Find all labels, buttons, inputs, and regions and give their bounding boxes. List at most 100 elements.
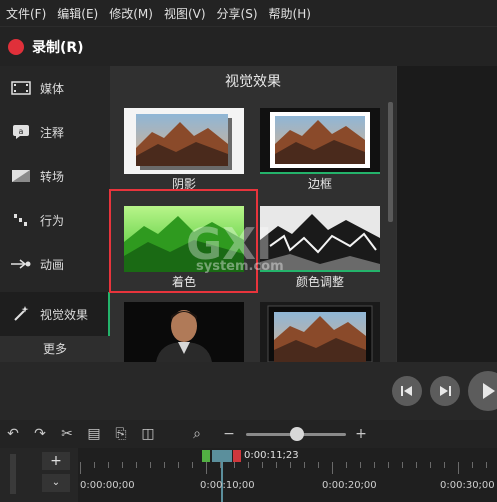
sidebar-item-label: 行为 [40,213,65,228]
effect-thumbnail [124,108,244,174]
ruler-tick [234,462,235,468]
timecode-label: 0:00:30;00 [440,480,495,491]
sidebar-item-animations[interactable]: 动画 [0,242,110,286]
playhead-time: 0:00:11;23 [244,450,299,461]
effect-underline [260,172,380,174]
ruler-tick [80,462,81,474]
menu-edit[interactable]: 编辑(E) [57,5,98,22]
step-back-button[interactable] [392,376,422,406]
ruler-tick [458,462,459,474]
sidebar-item-label: 视觉效果 [40,307,89,322]
sidebar-item-label: 转场 [40,169,65,184]
ruler-tick [108,462,109,468]
timecode-label: 0:00:00;00 [80,480,135,491]
watermark-text: system.com [196,259,284,274]
ruler-tick [136,462,137,468]
track-height-slider[interactable] [10,454,16,494]
panel-scrollbar[interactable] [388,102,393,222]
out-point-marker[interactable] [233,450,241,462]
timeline-toolbar: ↶ ↷ ✂ ▤ ⎘ ◫ ⌕ − + [0,420,497,448]
sidebar-item-label: 注释 [40,125,65,140]
ruler-tick [402,462,403,468]
effect-thumbnail [260,108,380,174]
svg-text:a: a [19,127,24,136]
chevron-down-icon[interactable]: ⌄ [42,474,70,492]
step-forward-icon [440,386,451,396]
playback-controls [0,362,497,420]
ruler-tick [290,462,291,468]
in-point-marker[interactable] [202,450,210,462]
ruler-tick [178,462,179,468]
zoom-in-icon[interactable]: + [352,426,370,442]
track-controls: + ⌄ [0,448,78,502]
ruler-tick [346,462,347,468]
menu-share[interactable]: 分享(S) [217,5,258,22]
magic-wand-icon [10,306,32,322]
record-icon[interactable] [8,38,24,55]
more-button[interactable]: 更多 [0,336,110,362]
ruler-tick [360,462,361,468]
cut-icon[interactable]: ✂ [58,426,76,442]
ruler-tick [122,462,123,468]
menu-file[interactable]: 文件(F) [6,5,46,22]
sidebar-item-media[interactable]: 媒体 [0,66,110,110]
undo-icon[interactable]: ↶ [4,426,22,442]
sidebar-item-behaviors[interactable]: 行为 [0,198,110,242]
sidebar-item-visual-effects[interactable]: 视觉效果 [0,292,110,336]
paste-icon[interactable]: ⎘ [112,426,130,442]
timeline: + ⌄ 0:00:11;23 0:00:00;00 0:00:10;00 0:0… [0,448,497,502]
ruler-tick [472,462,473,468]
ruler-tick [206,462,207,474]
ruler-tick [248,462,249,468]
behavior-icon [10,212,32,228]
film-icon [10,80,32,96]
ruler-tick [430,462,431,468]
split-icon[interactable]: ◫ [139,426,157,442]
ruler-tick [318,462,319,468]
play-button[interactable] [468,371,497,411]
timecode-label: 0:00:10;00 [200,480,255,491]
panel-title: 视觉效果 [225,74,281,90]
zoom-icon[interactable]: ⌕ [188,426,206,442]
add-track-button[interactable]: + [42,452,70,470]
sidebar: 媒体 a 注释 转场 行为 动画 视觉效果 更多 [0,66,110,362]
menu-view[interactable]: 视图(V) [164,5,206,22]
ruler-tick [304,462,305,468]
timecode-label: 0:00:20;00 [322,480,377,491]
annotation-icon: a [10,124,32,140]
sidebar-item-transitions[interactable]: 转场 [0,154,110,198]
effect-thumbnail [260,302,380,362]
effect-shadow[interactable]: 阴影 [124,108,244,191]
menu-help[interactable]: 帮助(H) [269,5,311,22]
ruler-tick [388,462,389,468]
ruler-tick [276,462,277,468]
sidebar-item-label: 动画 [40,257,65,272]
ruler-tick [150,462,151,468]
zoom-out-icon[interactable]: − [220,426,238,442]
zoom-slider-handle[interactable] [290,427,304,441]
ruler-tick [94,462,95,468]
effect-thumbnail [124,302,244,362]
ruler-tick [192,462,193,468]
menu-bar: 文件(F) 编辑(E) 修改(M) 视图(V) 分享(S) 帮助(H) [0,0,497,26]
copy-icon[interactable]: ▤ [85,426,103,442]
menu-modify[interactable]: 修改(M) [109,5,153,22]
ruler-tick [374,462,375,468]
transition-icon [10,168,32,184]
play-icon [483,383,495,399]
redo-icon[interactable]: ↷ [31,426,49,442]
effect-border[interactable]: 边框 [260,108,380,191]
ruler-tick [164,462,165,468]
record-bar: 录制(R) [0,26,497,66]
sidebar-item-label: 媒体 [40,81,65,96]
timeline-ruler[interactable] [80,462,497,480]
sidebar-item-annotations[interactable]: a 注释 [0,110,110,154]
watermark: GXI system.com [178,215,328,285]
playhead-handle[interactable] [212,450,232,462]
record-button[interactable]: 录制(R) [32,37,84,57]
ruler-tick [444,462,445,468]
ruler-tick [416,462,417,468]
step-forward-button[interactable] [430,376,460,406]
ruler-tick [486,462,487,468]
ruler-tick [262,462,263,468]
